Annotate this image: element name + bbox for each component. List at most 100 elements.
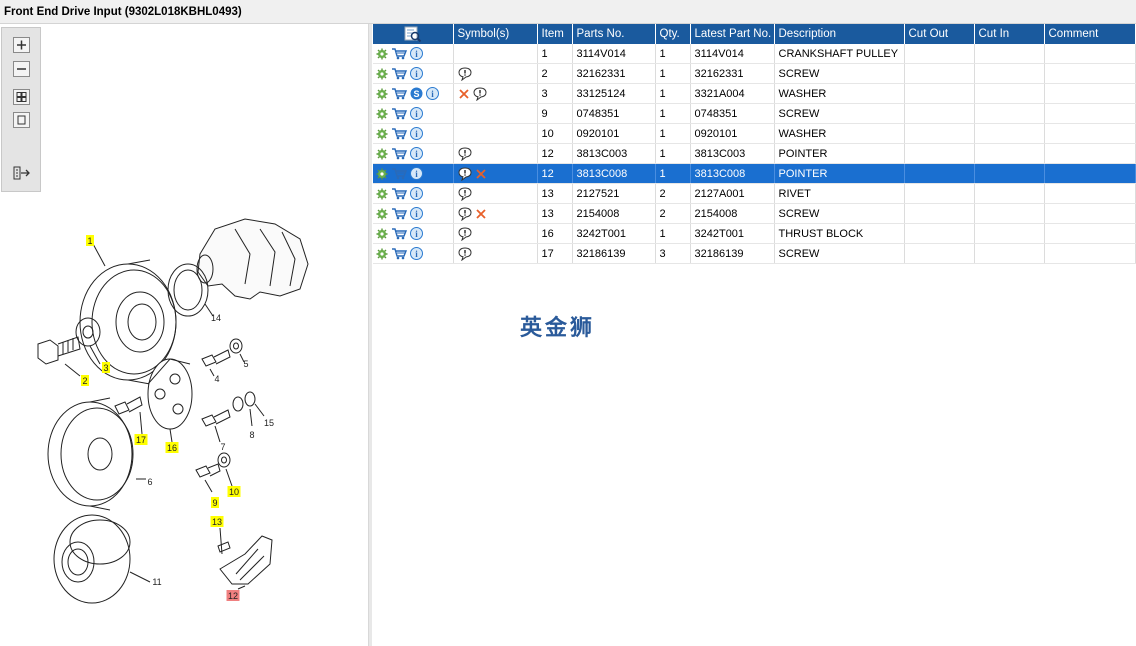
comment-icon[interactable] (457, 246, 472, 261)
column-header-symbols[interactable]: Symbol(s) (453, 24, 538, 44)
gear-icon[interactable] (376, 108, 388, 120)
cross-icon[interactable] (475, 208, 487, 220)
table-row[interactable]: i 13 2127521 2 2127A001 RIVET (373, 183, 1136, 204)
info-icon[interactable]: i (410, 127, 423, 140)
cart-icon[interactable] (391, 127, 407, 140)
comment-icon[interactable] (457, 226, 472, 241)
table-row[interactable]: i 2 32162331 1 32162331 SCREW (373, 63, 1136, 84)
cut-out-cell (904, 223, 975, 244)
cart-icon[interactable] (391, 247, 407, 260)
cart-icon[interactable] (391, 147, 407, 160)
info-icon[interactable]: i (410, 227, 423, 240)
column-header-qty[interactable]: Qty. (655, 24, 691, 44)
cart-icon[interactable] (391, 227, 407, 240)
callout-label[interactable]: 13 (212, 517, 222, 527)
gear-icon[interactable] (376, 248, 388, 260)
cut-in-cell (974, 123, 1045, 144)
callout-label[interactable]: 11 (152, 577, 161, 587)
cross-icon[interactable] (475, 168, 487, 180)
item-cell: 12 (537, 143, 573, 164)
zoom-out-icon[interactable] (13, 61, 30, 77)
callout-label[interactable]: 10 (229, 487, 239, 497)
info-icon[interactable]: i (410, 167, 423, 180)
callout-label[interactable]: 9 (212, 498, 217, 508)
gear-icon[interactable] (376, 48, 388, 60)
comment-icon[interactable] (457, 66, 472, 81)
column-header-item[interactable]: Item (537, 24, 573, 44)
cart-icon[interactable] (391, 47, 407, 60)
column-header-description[interactable]: Description (774, 24, 905, 44)
comment-icon[interactable] (457, 186, 472, 201)
comment-icon[interactable] (457, 146, 472, 161)
table-row[interactable]: Si 3 33125124 1 3321A004 WASHER (373, 83, 1136, 104)
column-header-search[interactable] (373, 24, 454, 44)
callout-label[interactable]: 15 (264, 418, 274, 428)
comment-icon[interactable] (457, 206, 472, 221)
comment-icon[interactable] (472, 86, 487, 101)
gear-icon[interactable] (376, 168, 388, 180)
gear-icon[interactable] (376, 228, 388, 240)
cart-icon[interactable] (391, 107, 407, 120)
row-actions-cell: i (373, 223, 454, 244)
table-row[interactable]: i 12 3813C003 1 3813C003 POINTER (373, 143, 1136, 164)
item-cell: 10 (537, 123, 573, 144)
callout-label[interactable]: 7 (220, 442, 225, 452)
info-icon[interactable]: i (410, 107, 423, 120)
cart-icon[interactable] (391, 187, 407, 200)
column-header-latest[interactable]: Latest Part No. (690, 24, 775, 44)
info-icon[interactable]: i (410, 187, 423, 200)
callout-label[interactable]: 3 (103, 363, 108, 373)
fit-page-icon[interactable] (13, 89, 30, 105)
drawing-pane[interactable]: 1 2 3 4 5 6 7 8 9 10 11 12 13 14 15 16 17 (0, 24, 368, 646)
cross-icon[interactable] (458, 88, 470, 100)
column-header-parts-no[interactable]: Parts No. (572, 24, 656, 44)
callout-label[interactable]: 4 (214, 374, 219, 384)
cart-icon[interactable] (391, 67, 407, 80)
gear-icon[interactable] (376, 208, 388, 220)
table-row[interactable]: i 10 0920101 1 0920101 WASHER (373, 123, 1136, 144)
actual-size-icon[interactable] (13, 112, 30, 128)
export-icon[interactable] (13, 165, 30, 181)
callout-label[interactable]: 6 (147, 477, 152, 487)
gear-icon[interactable] (376, 148, 388, 160)
info-icon[interactable]: i (410, 247, 423, 260)
cut-out-cell (904, 243, 975, 264)
callout-label[interactable]: 14 (211, 313, 221, 323)
cart-icon[interactable] (391, 167, 407, 180)
zoom-in-icon[interactable] (13, 37, 30, 53)
gear-icon[interactable] (376, 188, 388, 200)
column-header-comment[interactable]: Comment (1044, 24, 1136, 44)
cart-icon[interactable] (391, 87, 407, 100)
comment-icon[interactable] (457, 166, 472, 181)
info-icon[interactable]: i (410, 147, 423, 160)
info-icon[interactable]: i (410, 67, 423, 80)
column-header-cut-out[interactable]: Cut Out (904, 24, 975, 44)
description-cell: SCREW (774, 243, 905, 264)
table-row[interactable]: i 13 2154008 2 2154008 SCREW (373, 203, 1136, 224)
callout-label[interactable]: 5 (243, 359, 248, 369)
table-row[interactable]: i 16 3242T001 1 3242T001 THRUST BLOCK (373, 223, 1136, 244)
callout-label[interactable]: 2 (82, 376, 87, 386)
table-row[interactable]: i 12 3813C008 1 3813C008 POINTER (373, 163, 1136, 184)
callout-label[interactable]: 1 (87, 236, 92, 246)
exploded-view-drawing[interactable]: 1234567891011121314151617 (0, 24, 368, 646)
info-icon[interactable]: i (410, 207, 423, 220)
supersession-icon[interactable]: S (410, 87, 423, 100)
callout-label[interactable]: 17 (136, 435, 146, 445)
gear-icon[interactable] (376, 128, 388, 140)
info-icon[interactable]: i (426, 87, 439, 100)
table-row[interactable]: i 17 32186139 3 32186139 SCREW (373, 243, 1136, 264)
callout-label[interactable]: 12 (228, 591, 238, 601)
cart-icon[interactable] (391, 207, 407, 220)
gear-icon[interactable] (376, 88, 388, 100)
info-icon[interactable]: i (410, 47, 423, 60)
gear-icon[interactable] (376, 68, 388, 80)
callout-label[interactable]: 8 (249, 430, 254, 440)
search-icon[interactable] (404, 26, 422, 43)
column-header-cut-in[interactable]: Cut In (974, 24, 1045, 44)
table-row[interactable]: i 1 3114V014 1 3114V014 CRANKSHAFT PULLEY (373, 44, 1136, 64)
cut-in-cell (974, 44, 1045, 64)
table-row[interactable]: i 9 0748351 1 0748351 SCREW (373, 103, 1136, 124)
item-cell: 3 (537, 83, 573, 104)
callout-label[interactable]: 16 (167, 443, 177, 453)
